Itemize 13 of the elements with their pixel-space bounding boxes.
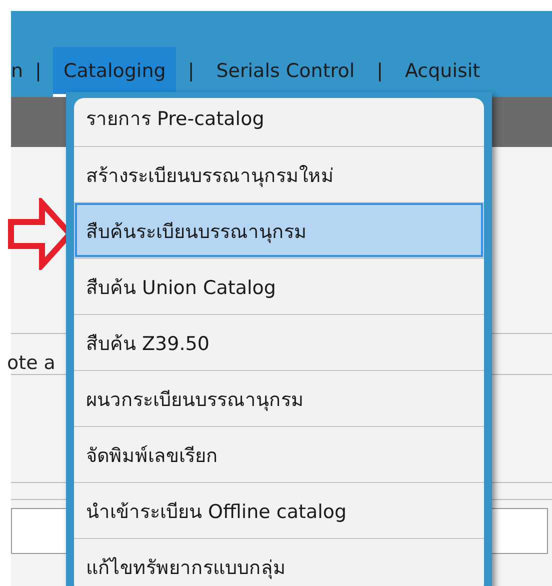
- menu-item[interactable]: สืบค้น Z39.50: [74, 314, 484, 370]
- menu-item[interactable]: แก้ไขทรัพยากรแบบกลุ่ม: [74, 538, 484, 586]
- field-label: ote a: [7, 352, 56, 374]
- menu-item[interactable]: สืบค้น Union Catalog: [74, 258, 484, 314]
- menu-item[interactable]: สืบค้นระเบียนบรรณานุกรม: [74, 202, 484, 258]
- nav-tab[interactable]: n: [11, 47, 24, 97]
- nav-separator: |: [34, 58, 42, 84]
- nav-separator: |: [376, 58, 384, 84]
- menu-item[interactable]: จัดพิมพ์เลขเรียก: [74, 426, 484, 482]
- menu-item[interactable]: นำเข้าระเบียน Offline catalog: [74, 482, 484, 538]
- nav-separator: |: [186, 58, 196, 84]
- menu-item[interactable]: ผนวกระเบียนบรรณานุกรม: [74, 370, 484, 426]
- nav-tab[interactable]: Cataloging: [53, 47, 176, 97]
